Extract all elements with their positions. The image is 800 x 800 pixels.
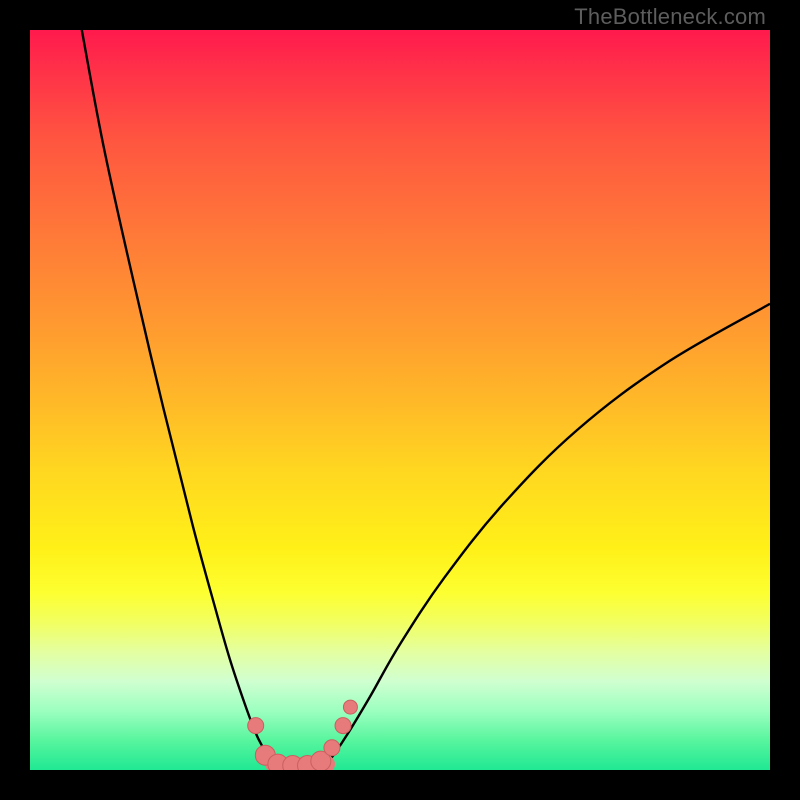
- chart-curves: [82, 30, 770, 766]
- chart-frame: [30, 30, 770, 770]
- chart-marker-6: [324, 740, 340, 756]
- chart-marker-0: [248, 718, 264, 734]
- chart-svg: [30, 30, 770, 770]
- chart-series-right-curve: [326, 304, 770, 764]
- chart-series-left-curve: [82, 30, 274, 764]
- chart-markers: [248, 700, 358, 770]
- watermark-text: TheBottleneck.com: [574, 4, 766, 30]
- chart-marker-8: [343, 700, 357, 714]
- chart-marker-7: [335, 718, 351, 734]
